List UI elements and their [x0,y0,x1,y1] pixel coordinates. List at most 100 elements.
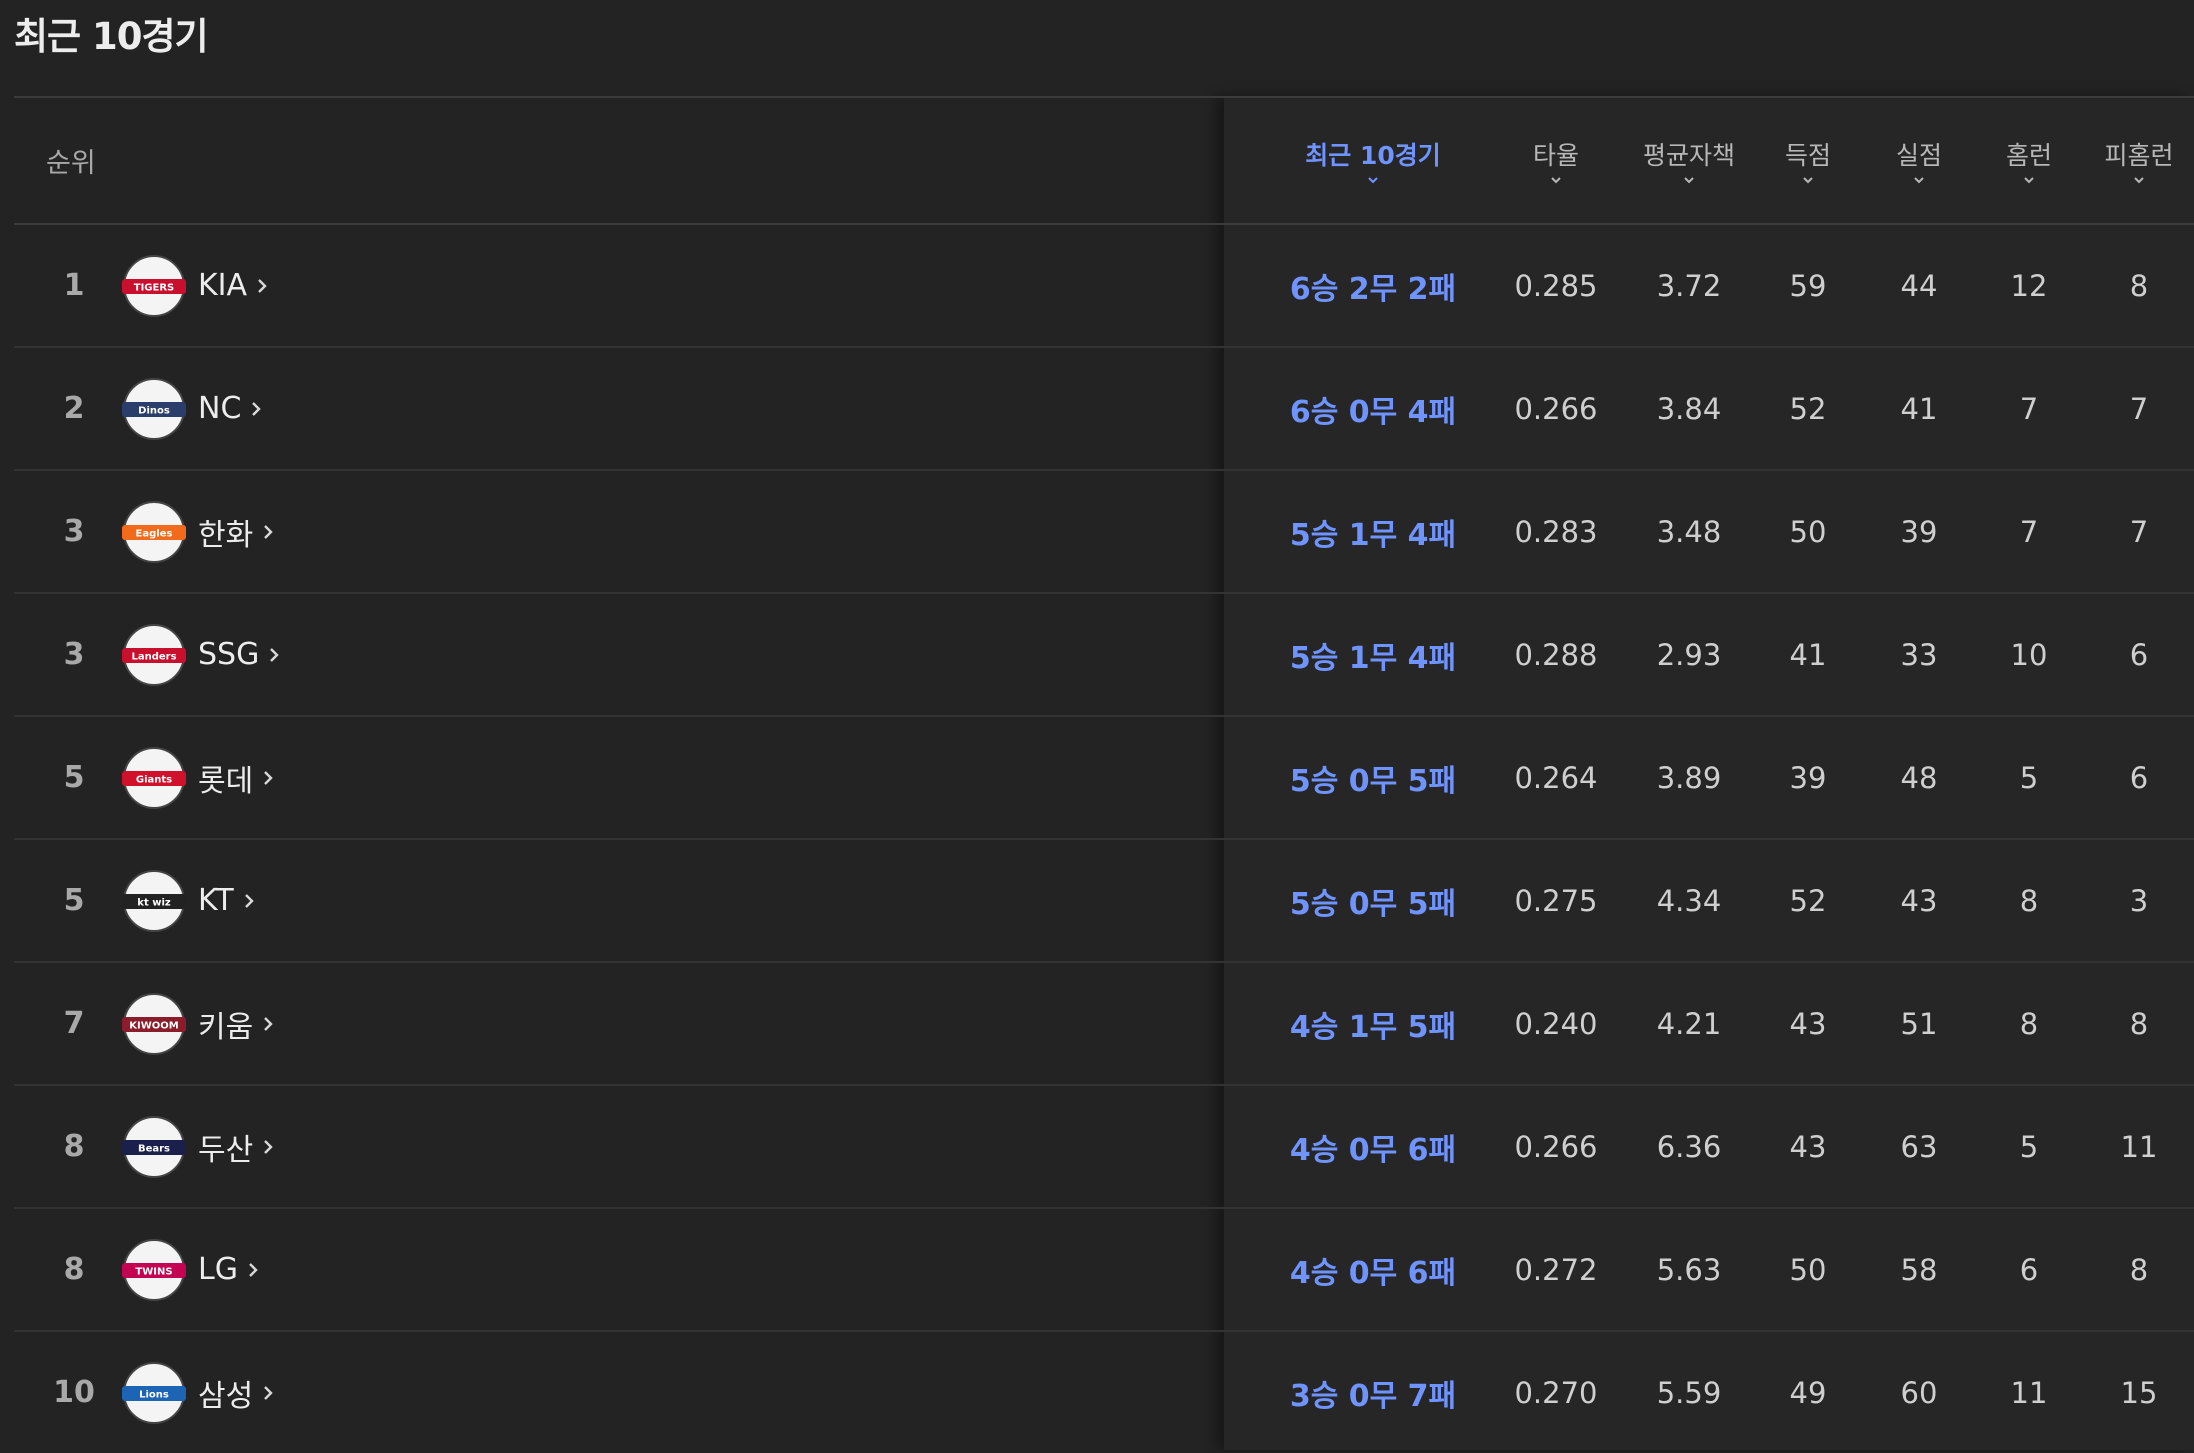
team-logo-text: Eagles [136,528,173,539]
header-recent10-label: 최근 10경기 [1305,140,1441,170]
chevron-right-icon [264,1016,273,1031]
team-logo-text: KIWOOM [129,1020,179,1031]
standings-table: 순위 최근 10경기 타율 평균자책 득점 실점 홈런 피홈런 1 TIGERS… [14,96,2194,1453]
era: 3.84 [1656,391,1722,426]
team-logo[interactable]: TWINS [104,1209,204,1330]
team-logo-icon: Eagles [122,500,186,563]
recent10-record: 5승 0무 5패 [1289,886,1457,922]
table-row: 8 TWINS LG 4승 0무 6패 0.272 5.63 50 58 6 8 [14,1209,2194,1332]
team-logo-icon: Dinos [122,377,186,440]
batting-avg: 0.283 [1514,514,1598,549]
runs: 50 [1789,514,1827,549]
header-hr-label: 홈런 [2005,140,2052,170]
team-link[interactable]: KIA [198,225,498,346]
rank-cell: 1 [63,268,85,303]
team-logo-icon: Giants [122,746,186,809]
sort-hr-allowed[interactable]: 피홈런 [2084,98,2194,223]
team-logo-icon: kt wiz [122,869,186,932]
era: 3.72 [1656,268,1722,303]
home-runs-allowed: 7 [2129,514,2149,549]
home-runs-allowed: 15 [2120,1375,2158,1410]
rank-cell: 10 [53,1375,95,1410]
home-runs: 5 [2019,760,2039,795]
era: 4.21 [1656,1006,1722,1041]
table-row: 1 TIGERS KIA 6승 2무 2패 0.285 3.72 59 44 1… [14,225,2194,348]
team-logo-icon: Lions [122,1361,186,1424]
header-rank: 순위 [46,148,96,179]
team-logo-icon: Bears [122,1115,186,1178]
rank-cell: 7 [63,1006,85,1041]
runs-allowed: 44 [1900,268,1938,303]
table-row: 3 Landers SSG 5승 1무 4패 0.288 2.93 41 33 … [14,594,2194,717]
team-link[interactable]: 롯데 [198,717,498,838]
team-link[interactable]: 두산 [198,1086,498,1207]
team-logo[interactable]: Dinos [104,348,204,469]
sort-runs[interactable]: 득점 [1752,98,1864,223]
table-body: 1 TIGERS KIA 6승 2무 2패 0.285 3.72 59 44 1… [14,225,2194,1453]
home-runs: 8 [2019,1006,2039,1041]
team-logo[interactable]: TIGERS [104,225,204,346]
chevron-right-icon [270,647,280,662]
chevron-right-icon [252,401,262,416]
era: 4.34 [1656,883,1722,918]
team-link[interactable]: NC [198,348,498,469]
header-hr-allowed-label: 피홈런 [2104,140,2174,170]
home-runs-allowed: 11 [2120,1129,2158,1164]
home-runs-allowed: 7 [2129,391,2149,426]
team-link[interactable]: 한화 [198,471,498,592]
batting-avg: 0.270 [1514,1375,1598,1410]
runs: 43 [1789,1006,1827,1041]
team-logo[interactable]: kt wiz [104,840,204,961]
sort-era[interactable]: 평균자책 [1626,98,1752,223]
team-link[interactable]: KT [198,840,498,961]
team-logo-text: Lions [139,1389,169,1400]
team-logo[interactable]: Eagles [104,471,204,592]
team-name: 한화 [198,517,254,553]
table-row: 2 Dinos NC 6승 0무 4패 0.266 3.84 52 41 7 7 [14,348,2194,471]
team-logo[interactable]: Lions [104,1332,204,1453]
team-name: 롯데 [198,763,254,799]
home-runs: 11 [2010,1375,2048,1410]
team-logo[interactable]: KIWOOM [104,963,204,1084]
team-logo-text: Landers [131,651,176,662]
home-runs-allowed: 8 [2129,1006,2149,1041]
table-header: 순위 최근 10경기 타율 평균자책 득점 실점 홈런 피홈런 [14,96,2194,225]
table-row: 3 Eagles 한화 5승 1무 4패 0.283 3.48 50 39 7 … [14,471,2194,594]
runs-allowed: 58 [1900,1252,1938,1287]
sort-recent10[interactable]: 최근 10경기 [1260,98,1486,223]
team-logo[interactable]: Bears [104,1086,204,1207]
home-runs: 12 [2010,268,2048,303]
sort-runs-allowed[interactable]: 실점 [1864,98,1974,223]
team-link[interactable]: 키움 [198,963,498,1084]
team-logo[interactable]: Landers [104,594,204,715]
team-logo-icon: TWINS [122,1238,186,1301]
chevron-right-icon [264,1139,273,1154]
rank-cell: 5 [63,760,85,795]
era: 3.89 [1656,760,1722,795]
runs: 49 [1789,1375,1827,1410]
runs-allowed: 63 [1900,1129,1938,1164]
runs: 52 [1789,883,1827,918]
chevron-right-icon [244,893,254,908]
team-name: KT [198,883,234,918]
team-link[interactable]: 삼성 [198,1332,498,1453]
home-runs-allowed: 8 [2129,268,2149,303]
home-runs: 5 [2019,1129,2039,1164]
chevron-down-icon [1551,176,1561,183]
runs: 59 [1789,268,1827,303]
team-link[interactable]: LG [198,1209,498,1330]
sort-hr[interactable]: 홈런 [1974,98,2084,223]
rank-cell: 8 [63,1252,85,1287]
table-row: 7 KIWOOM 키움 4승 1무 5패 0.240 4.21 43 51 8 … [14,963,2194,1086]
batting-avg: 0.266 [1514,1129,1598,1164]
table-row: 10 Lions 삼성 3승 0무 7패 0.270 5.59 49 60 11… [14,1332,2194,1453]
team-link[interactable]: SSG [198,594,498,715]
team-name: 삼성 [198,1378,254,1414]
runs-allowed: 51 [1900,1006,1938,1041]
era: 6.36 [1656,1129,1722,1164]
home-runs: 6 [2019,1252,2039,1287]
team-logo[interactable]: Giants [104,717,204,838]
recent10-record: 5승 0무 5패 [1289,763,1457,799]
section-title: 최근 10경기 [14,15,209,58]
sort-avg[interactable]: 타율 [1486,98,1626,223]
